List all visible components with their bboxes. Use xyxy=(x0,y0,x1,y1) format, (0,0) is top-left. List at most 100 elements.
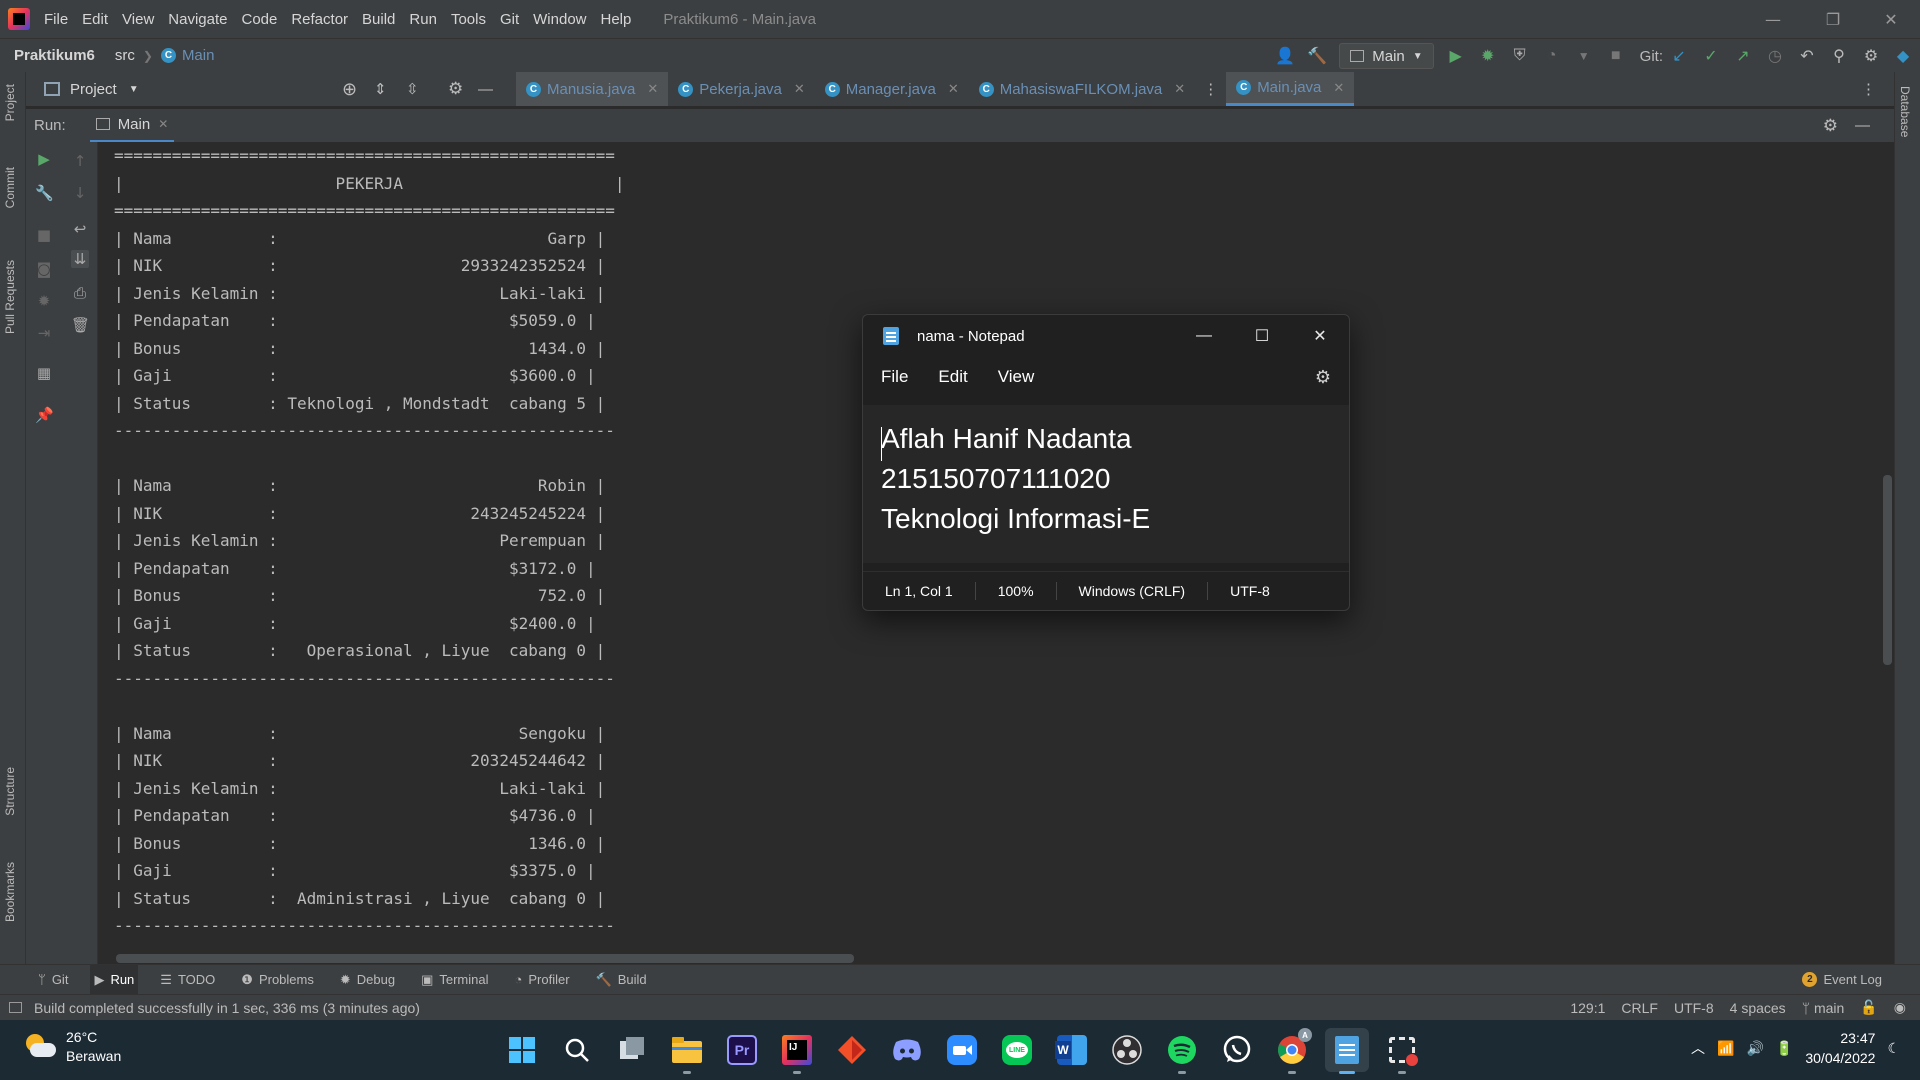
git-history-icon[interactable]: ◷ xyxy=(1764,45,1786,67)
run-settings-icon[interactable]: ⚙ xyxy=(1823,116,1838,136)
bottom-tab-debug[interactable]: ✹ Debug xyxy=(336,965,399,995)
menu-file[interactable]: File xyxy=(44,11,68,28)
run-configuration-selector[interactable]: Main ▼ xyxy=(1339,43,1434,69)
close-icon[interactable]: ✕ xyxy=(948,81,959,97)
close-icon[interactable]: ✕ xyxy=(1174,81,1185,97)
snipping-tool-icon[interactable] xyxy=(1380,1028,1424,1074)
notepad-taskbar-icon[interactable] xyxy=(1325,1028,1369,1074)
tool-tab-database[interactable]: Database xyxy=(1898,86,1912,137)
arrow-up-icon[interactable]: ↑ xyxy=(71,152,89,170)
menu-window[interactable]: Window xyxy=(533,11,586,28)
menu-edit[interactable]: Edit xyxy=(82,11,108,28)
windows-start-icon[interactable] xyxy=(500,1028,544,1072)
tool-tab-structure[interactable]: Structure xyxy=(3,767,17,816)
git-commit-icon[interactable]: ✓ xyxy=(1700,45,1722,67)
discord-icon[interactable] xyxy=(885,1028,929,1072)
rollback-icon[interactable]: ↶ xyxy=(1796,45,1818,67)
breadcrumb-file[interactable]: Main xyxy=(182,47,215,64)
git-branch[interactable]: ᛘ main xyxy=(1802,1000,1845,1016)
run-tab-main[interactable]: Main ✕ xyxy=(89,109,175,143)
close-icon[interactable]: ✕ xyxy=(647,81,658,97)
hide-panel-icon[interactable]: — xyxy=(1855,117,1870,134)
arrow-down-icon[interactable]: ↓ xyxy=(71,184,89,202)
wrench-icon[interactable]: 🔧 xyxy=(35,184,54,202)
stop-icon[interactable]: ■ xyxy=(35,226,53,244)
event-log-button[interactable]: 2 Event Log xyxy=(1802,972,1882,987)
whatsapp-icon[interactable] xyxy=(1215,1028,1259,1072)
line-separator[interactable]: CRLF xyxy=(1621,1000,1658,1016)
minimize-icon[interactable]: — xyxy=(1744,0,1802,38)
build-hammer-icon[interactable]: 🔨 xyxy=(1306,45,1328,67)
indent-setting[interactable]: 4 spaces xyxy=(1730,1000,1786,1016)
notepad-title-bar[interactable]: nama - Notepad — ☐ ✕ xyxy=(863,315,1349,357)
settings-gear-icon[interactable]: ⚙ xyxy=(1860,45,1882,67)
git-kraken-icon[interactable] xyxy=(830,1028,874,1072)
run-icon[interactable]: ▶ xyxy=(1445,45,1467,67)
notepad-menu-view[interactable]: View xyxy=(998,367,1035,387)
scroll-to-end-icon[interactable]: ⇊ xyxy=(71,250,89,268)
layout-icon[interactable]: ▦ xyxy=(35,364,53,382)
tool-tab-project[interactable]: Project xyxy=(3,84,17,121)
battery-icon[interactable]: 🔋 xyxy=(1776,1040,1793,1057)
stop-icon[interactable]: ■ xyxy=(1605,45,1627,67)
debug-icon[interactable]: ✹ xyxy=(1477,45,1499,67)
line-icon[interactable]: LINE xyxy=(995,1028,1039,1072)
menu-refactor[interactable]: Refactor xyxy=(291,11,348,28)
more-tabs-icon[interactable]: ⋮ xyxy=(1195,72,1226,106)
hide-panel-icon[interactable]: — xyxy=(478,81,493,98)
restore-icon[interactable]: ❐ xyxy=(1804,0,1862,38)
inspection-icon[interactable]: ◉ xyxy=(1894,999,1906,1016)
caret-position[interactable]: 129:1 xyxy=(1570,1000,1605,1016)
bottom-tab-terminal[interactable]: ▣ Terminal xyxy=(417,965,492,995)
tab-pekerja[interactable]: C Pekerja.java ✕ xyxy=(668,72,814,106)
search-icon[interactable] xyxy=(555,1028,599,1072)
menu-run[interactable]: Run xyxy=(409,11,437,28)
rerun-icon[interactable]: ▶ xyxy=(35,150,53,168)
notepad-menu-edit[interactable]: Edit xyxy=(938,367,967,387)
more-run-icon[interactable]: ▼ xyxy=(1573,45,1595,67)
breadcrumb-folder[interactable]: src xyxy=(115,47,135,64)
bottom-tab-profiler[interactable]: ◔ Profiler xyxy=(511,965,574,995)
chrome-icon[interactable]: A xyxy=(1270,1028,1314,1074)
tool-tab-pull-requests[interactable]: Pull Requests xyxy=(3,260,17,334)
bottom-tab-run[interactable]: ▶ Run xyxy=(90,964,139,995)
file-encoding[interactable]: UTF-8 xyxy=(1674,1000,1714,1016)
trash-icon[interactable]: 🗑 xyxy=(71,316,90,334)
task-view-icon[interactable] xyxy=(610,1028,654,1072)
close-icon[interactable]: ✕ xyxy=(1333,80,1344,96)
search-icon[interactable]: ⚲ xyxy=(1828,45,1850,67)
tool-tab-bookmarks[interactable]: Bookmarks xyxy=(3,862,17,922)
more-options-icon[interactable]: ⋮ xyxy=(1861,80,1876,98)
profile-icon[interactable]: ◔ xyxy=(1541,45,1563,67)
exit-icon[interactable]: ⇥ xyxy=(35,324,53,342)
spotify-icon[interactable] xyxy=(1160,1028,1204,1074)
vertical-scrollbar[interactable] xyxy=(1883,475,1892,665)
bottom-tab-git[interactable]: ᛘ Git xyxy=(34,965,72,995)
locate-target-icon[interactable]: ⊕ xyxy=(342,79,357,100)
coverage-icon[interactable]: ⛨ xyxy=(1509,45,1531,67)
wifi-icon[interactable]: 📶 xyxy=(1717,1040,1734,1057)
breadcrumb-project[interactable]: Praktikum6 xyxy=(14,47,95,64)
panel-settings-icon[interactable]: ⚙ xyxy=(448,79,463,99)
notepad-menu-file[interactable]: File xyxy=(881,367,908,387)
git-push-icon[interactable]: ↗ xyxy=(1732,45,1754,67)
soft-wrap-icon[interactable]: ↩ xyxy=(71,220,89,238)
weather-widget[interactable]: 26°C Berawan xyxy=(24,1028,121,1066)
tab-mahasiswafilkom[interactable]: C MahasiswaFILKOM.java ✕ xyxy=(969,72,1195,106)
premiere-pro-icon[interactable]: Pr xyxy=(720,1028,764,1072)
maximize-icon[interactable]: ☐ xyxy=(1233,315,1291,357)
close-icon[interactable]: ✕ xyxy=(794,81,805,97)
bottom-tab-problems[interactable]: ❶ Problems xyxy=(237,965,318,995)
menu-navigate[interactable]: Navigate xyxy=(168,11,227,28)
obs-icon[interactable] xyxy=(1105,1028,1149,1072)
zoom-icon[interactable] xyxy=(940,1028,984,1072)
git-update-icon[interactable]: ↙ xyxy=(1668,45,1690,67)
file-explorer-icon[interactable] xyxy=(665,1028,709,1074)
close-icon[interactable]: ✕ xyxy=(1291,315,1349,357)
toggle-panel-icon[interactable] xyxy=(9,1002,22,1013)
chevron-up-icon[interactable]: ︿ xyxy=(1691,1038,1705,1058)
menu-code[interactable]: Code xyxy=(241,11,277,28)
debug-bug-icon[interactable]: ✹ xyxy=(35,292,53,310)
chevron-down-icon[interactable]: ▼ xyxy=(129,84,139,95)
pin-icon[interactable]: 📌 xyxy=(35,406,54,424)
